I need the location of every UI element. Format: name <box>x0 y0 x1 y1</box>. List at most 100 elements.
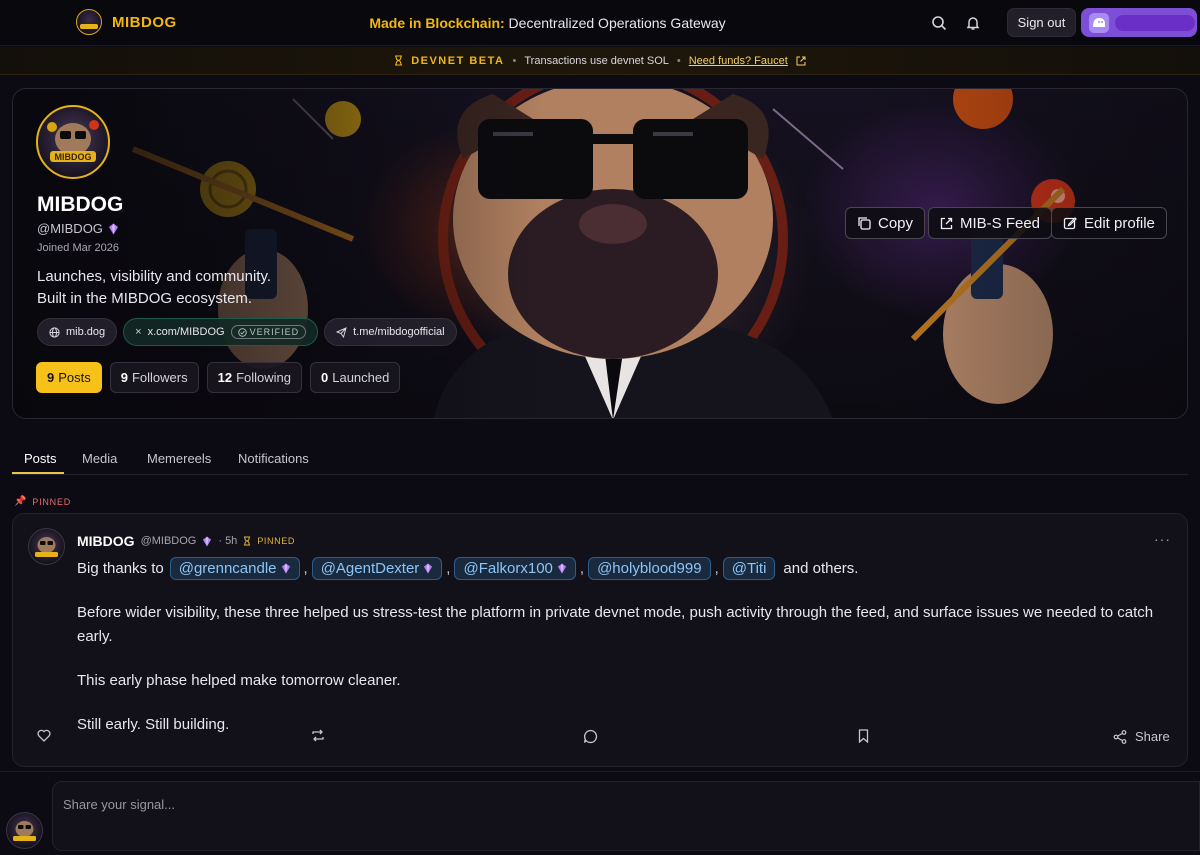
external-link-icon <box>940 217 953 229</box>
post-paragraph: This early phase helped make tomorrow cl… <box>77 672 401 689</box>
repost-button[interactable] <box>311 729 325 742</box>
bio-line: Built in the MIBDOG ecosystem. <box>37 290 253 307</box>
notifications-button[interactable] <box>963 13 983 33</box>
stat-posts[interactable]: 9 Posts <box>36 362 102 393</box>
bell-icon <box>966 17 980 30</box>
stat-followers[interactable]: 9 Followers <box>109 362 199 393</box>
mention-chip[interactable]: @AgentDexter <box>311 556 443 580</box>
post-avatar[interactable] <box>28 528 65 565</box>
mention-chip[interactable]: @Falkorx100 <box>454 556 576 580</box>
mention-chip[interactable]: @Titi <box>722 556 776 580</box>
mention-chip[interactable]: @holyblood999 <box>588 556 711 580</box>
link-label: mib.dog <box>66 326 106 338</box>
search-button[interactable] <box>929 13 949 33</box>
bio-line: Launches, visibility and community. <box>37 268 271 285</box>
heart-icon <box>37 729 51 742</box>
bookmark-button[interactable] <box>858 729 869 743</box>
comma: , <box>446 559 451 577</box>
pinned-label-text: PINNED <box>32 496 72 507</box>
verified-gem-icon <box>203 536 212 546</box>
stat-following[interactable]: 12 Following <box>206 362 302 393</box>
more-dots-icon: ··· <box>1154 531 1171 547</box>
composer-avatar <box>6 812 43 849</box>
composer-input[interactable] <box>63 794 1163 814</box>
x-icon: × <box>135 326 142 338</box>
copy-button[interactable]: Copy <box>845 207 926 239</box>
profile-bio: Launches, visibility and community. Buil… <box>37 266 271 310</box>
comment-button[interactable] <box>583 729 598 744</box>
profile-links: mib.dog × x.com/MIBDOG VERIFIED t.me/mib… <box>37 318 457 346</box>
verified-label: VERIFIED <box>249 327 300 337</box>
tab-memereels[interactable]: Memereels <box>147 451 211 466</box>
share-button[interactable]: Share <box>1113 729 1170 744</box>
sign-out-button[interactable]: Sign out <box>1007 8 1076 37</box>
verified-gem-icon <box>108 223 118 234</box>
link-chip-x[interactable]: × x.com/MIBDOG VERIFIED <box>123 318 319 346</box>
copy-label: Copy <box>878 214 914 232</box>
hourglass-icon <box>395 55 403 66</box>
mention-chip[interactable]: @grenncandle <box>169 556 300 580</box>
tagline-rest: Decentralized Operations Gateway <box>504 15 726 31</box>
profile-name: MIBDOG <box>37 193 124 216</box>
feed-label: MIB-S Feed <box>960 214 1041 232</box>
profile-stats: 9 Posts 9 Followers 12 Following 0 Launched <box>36 362 401 393</box>
tab-posts[interactable]: Posts <box>24 451 57 466</box>
wallet-address-redacted <box>1115 14 1195 31</box>
top-nav: MIBDOG Made in Blockchain: Decentralized… <box>0 0 1200 46</box>
share-icon <box>1113 729 1127 744</box>
devnet-message: Transactions use devnet SOL <box>524 54 669 67</box>
link-label: x.com/MIBDOG <box>147 326 225 338</box>
stat-launched[interactable]: 0 Launched <box>310 362 401 393</box>
tab-media[interactable]: Media <box>82 451 117 466</box>
feed-button[interactable]: MIB-S Feed <box>928 207 1053 239</box>
telegram-icon <box>336 326 347 338</box>
repost-icon <box>312 729 324 742</box>
pushpin-icon: 📌 <box>14 496 28 507</box>
verified-gem-icon <box>424 563 433 573</box>
composer <box>52 781 1200 851</box>
tab-notifications[interactable]: Notifications <box>238 451 309 466</box>
wallet-button[interactable] <box>1081 8 1197 37</box>
post-author[interactable]: MIBDOG <box>77 533 135 549</box>
check-circle-icon <box>237 327 247 337</box>
pinned-section-label: 📌 PINNED <box>14 496 71 507</box>
bookmark-icon <box>858 729 869 743</box>
separator-dot: • <box>676 54 681 67</box>
profile-tabs: Posts Media Memereels Notifications <box>12 437 1188 475</box>
post-actions: Share <box>13 729 1189 753</box>
profile-joined: Joined Mar 2026 <box>37 242 119 254</box>
link-label: t.me/mibdogofficial <box>353 326 445 338</box>
post-outro: and others. <box>783 559 859 577</box>
edit-profile-label: Edit profile <box>1084 214 1155 232</box>
comment-icon <box>583 729 598 744</box>
post-body: Big thanks to @grenncandle , @AgentDexte… <box>77 555 1177 737</box>
copy-icon <box>858 217 871 230</box>
faucet-link[interactable]: Need funds? Faucet <box>689 55 788 67</box>
comma: , <box>579 559 585 577</box>
post-more-button[interactable]: ··· <box>1154 531 1171 547</box>
verified-gem-icon <box>281 563 290 573</box>
edit-icon <box>1063 217 1077 230</box>
separator-dot: • <box>512 54 517 67</box>
verified-gem-icon <box>557 563 566 573</box>
search-icon <box>932 16 947 31</box>
svg-text:MIBDOG: MIBDOG <box>55 152 92 162</box>
comma: , <box>303 559 308 577</box>
link-chip-website[interactable]: mib.dog <box>37 318 118 346</box>
edit-profile-button[interactable]: Edit profile <box>1051 207 1167 239</box>
globe-icon <box>49 326 60 338</box>
link-chip-telegram[interactable]: t.me/mibdogofficial <box>324 318 457 346</box>
profile-card: MIBDOG MIBDOG @MIBDOG Joined Mar 2026 La… <box>12 88 1188 419</box>
active-tab-indicator <box>12 472 64 474</box>
like-button[interactable] <box>37 729 51 742</box>
post-time: · 5h <box>218 535 238 547</box>
profile-avatar[interactable]: MIBDOG <box>36 105 110 179</box>
post-pinned-badge: PINNED <box>257 536 295 546</box>
post-mentions-line: Big thanks to @grenncandle , @AgentDexte… <box>77 555 1177 581</box>
share-label: Share <box>1135 729 1170 744</box>
mibdog-logo-icon <box>13 821 36 841</box>
post-handle[interactable]: @MIBDOG <box>141 535 197 547</box>
pinned-post: MIBDOG @MIBDOG · 5h PINNED ··· Big thank… <box>12 513 1188 767</box>
external-link-icon <box>796 56 806 65</box>
devnet-banner: DEVNET BETA • Transactions use devnet SO… <box>0 47 1200 75</box>
